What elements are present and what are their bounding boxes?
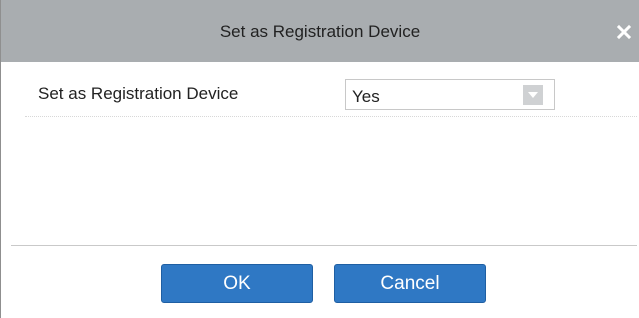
select-value: Yes <box>352 87 380 106</box>
chevron-down-icon[interactable] <box>523 85 543 105</box>
registration-device-label: Set as Registration Device <box>38 84 239 103</box>
registration-device-dialog: Set as Registration Device Set as Regist… <box>0 0 639 318</box>
footer-divider <box>11 245 637 246</box>
form-row-divider <box>25 116 637 117</box>
registration-device-select[interactable]: Yes <box>345 79 555 110</box>
ok-button[interactable]: OK <box>161 264 313 303</box>
dialog-title: Set as Registration Device <box>219 22 421 41</box>
close-icon[interactable] <box>613 21 635 43</box>
cancel-button[interactable]: Cancel <box>334 264 486 303</box>
dialog-titlebar: Set as Registration Device <box>1 0 639 62</box>
